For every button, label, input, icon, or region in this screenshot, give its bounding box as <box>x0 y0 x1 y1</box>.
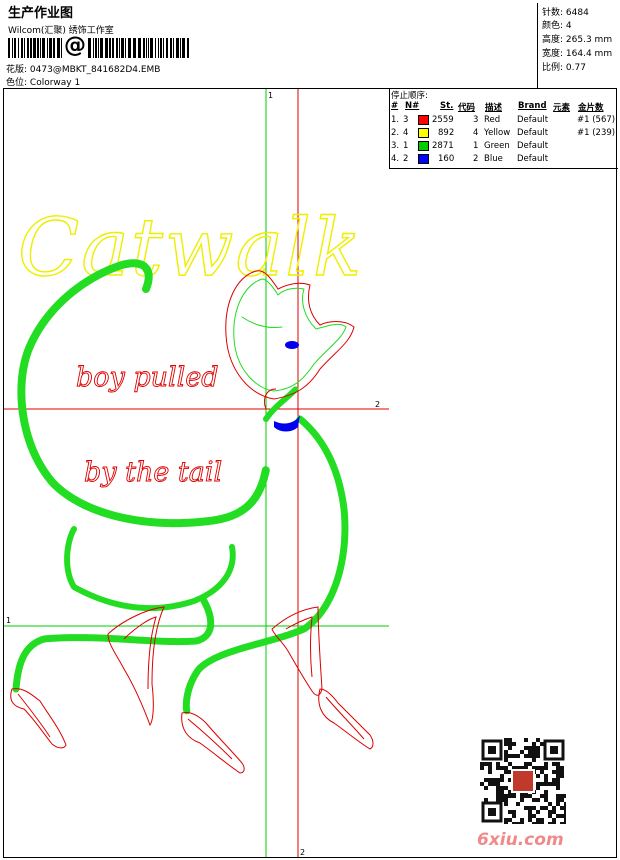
color-swatch-green <box>418 141 429 151</box>
shoe-left <box>10 688 67 749</box>
stop-sequence-title: 停止顺序: <box>391 91 428 101</box>
col-header-sequins: 金片数 <box>578 103 604 113</box>
art-text-boy-pulled: boy pulled <box>76 362 219 393</box>
color-swatch-yellow <box>418 128 429 138</box>
shoe-center-wedge <box>107 606 165 727</box>
shoe-right-inner <box>325 696 365 740</box>
shoe-center-inner <box>187 718 233 760</box>
guide-label-right: 2 <box>375 400 380 409</box>
stat-height: 高度: 265.3 mm <box>542 35 613 45</box>
col-header-desc: 描述 <box>485 103 503 113</box>
guide-label-bottom: 2 <box>300 848 305 857</box>
col-header-elements: 元素 <box>553 103 571 113</box>
cat-collar-blue <box>274 415 300 432</box>
art-title-catwalk: Catwalk <box>18 201 363 294</box>
cat-nose-blue <box>285 341 299 349</box>
barcode-symbol: @ <box>63 33 87 58</box>
stat-colors: 颜色: 4 <box>542 21 572 31</box>
col-header-code: 代码 <box>458 103 476 113</box>
col-header-n: N# <box>405 101 420 111</box>
watermark: 6xiu.com <box>477 830 564 850</box>
design-value: 0473@MBKT_841682D4.EMB <box>29 65 161 75</box>
cat-eye-outline <box>241 316 283 328</box>
qr-code <box>480 738 566 824</box>
stop-sequence-panel: 停止顺序: # N# St. 代码 描述 Brand 元素 金片数 1. 3 2… <box>389 88 618 169</box>
cat-neck <box>263 386 299 422</box>
col-header-st: St. <box>440 101 454 111</box>
shoe-left-inner <box>17 693 51 738</box>
design-canvas: 1 2 1 2 Catwalk boy pulled by the tail <box>4 89 389 857</box>
color-swatch-blue <box>418 154 429 164</box>
company-name: Wilcom(汇聚) 绣饰工作室 <box>8 26 114 36</box>
guide-label-left: 1 <box>6 616 11 625</box>
color-swatch-red <box>418 115 429 125</box>
design-file: 花版: 0473@MBKT_841682D4.EMB <box>6 62 160 75</box>
stats-box: 针数: 6484 颜色: 4 高度: 265.3 mm 宽度: 164.4 mm… <box>537 3 618 88</box>
cat-head-outline <box>233 278 347 392</box>
colorway-value: Colorway 1 <box>29 78 81 88</box>
art-text-by-the-tail: by the tail <box>84 457 222 488</box>
design-label: 花版: <box>6 65 28 75</box>
col-header-brand: Brand <box>518 101 547 111</box>
stat-stitches: 针数: 6484 <box>542 8 589 18</box>
stat-width: 宽度: 164.4 mm <box>542 49 613 59</box>
qr-logo <box>511 769 535 793</box>
sheet-title: 生产作业图 <box>8 6 74 21</box>
cat-rear-leg <box>12 597 215 693</box>
guide-label-top: 1 <box>268 91 273 100</box>
colorway-label: 色位: <box>6 78 28 88</box>
stat-scale: 比例: 0.77 <box>542 63 586 73</box>
barcode <box>8 38 189 58</box>
colorway: 色位: Colorway 1 <box>6 75 80 88</box>
cat-back-leg <box>64 526 236 612</box>
col-header-hash: # <box>391 101 399 111</box>
